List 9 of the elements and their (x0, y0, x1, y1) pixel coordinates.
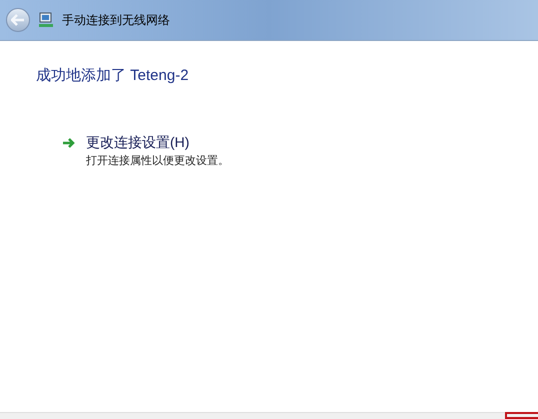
link-description: 打开连接属性以便更改设置。 (86, 154, 229, 169)
back-arrow-icon (11, 14, 25, 26)
highlight-frame (505, 412, 538, 419)
arrow-icon (62, 137, 76, 149)
command-link[interactable]: 更改连接设置(H) (86, 132, 229, 153)
window-title: 手动连接到无线网络 (62, 12, 170, 29)
page-heading: 成功地添加了 Teteng-2 (36, 66, 189, 86)
back-button[interactable] (6, 8, 30, 32)
network-icon (38, 12, 54, 28)
